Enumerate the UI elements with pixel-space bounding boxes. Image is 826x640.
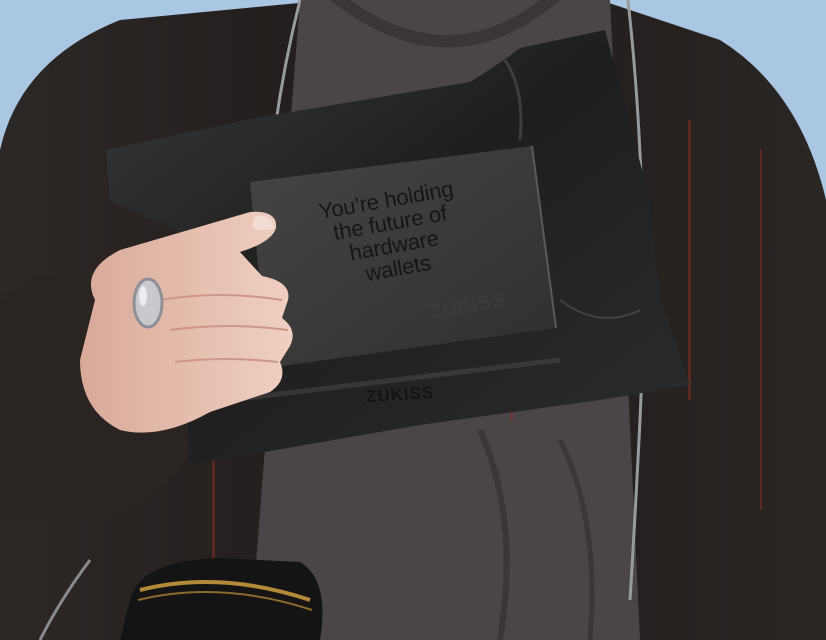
silver-ring-shine bbox=[139, 286, 147, 306]
silver-ring bbox=[132, 277, 164, 329]
photo-illustration bbox=[0, 0, 826, 640]
photo-scene: You’re holding the future of hardware wa… bbox=[0, 0, 826, 640]
